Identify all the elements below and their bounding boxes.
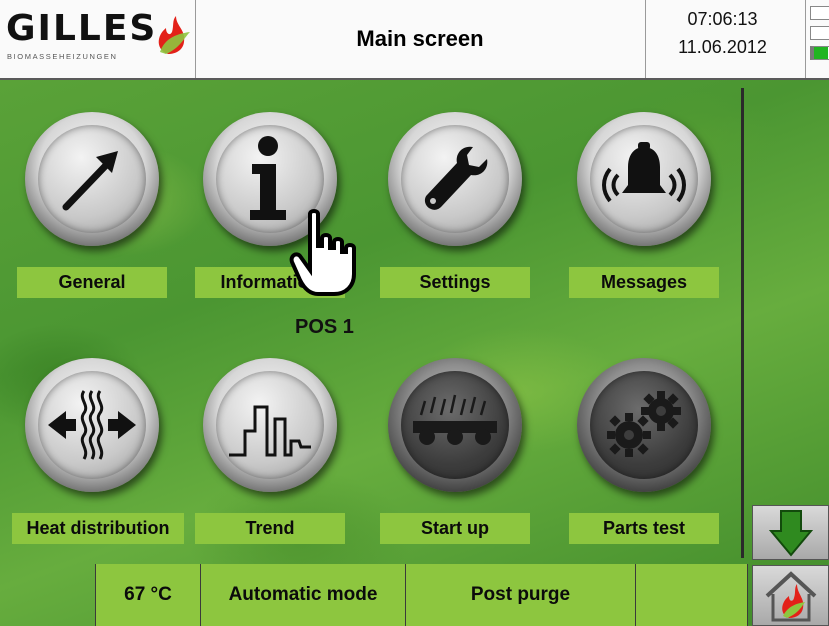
tile-heat-distribution[interactable]: Heat distribution [12, 358, 184, 558]
gilles-logo: GILLES BIOMASSEHEIZUNGEN [6, 8, 192, 68]
hand-pointer-icon [289, 209, 356, 296]
arrow-up-right-icon [62, 151, 118, 211]
parts-test-button[interactable] [577, 358, 711, 492]
panel-divider [741, 88, 744, 558]
tile-trend[interactable]: Trend [195, 358, 345, 558]
indicator-empty [810, 26, 829, 40]
clock-time: 07:06:13 [687, 9, 758, 29]
arrow-down-icon [768, 509, 813, 557]
general-label: General [17, 267, 167, 298]
wrench-icon [424, 146, 488, 210]
gears-icon [607, 391, 681, 457]
settings-button[interactable] [388, 112, 522, 246]
logo-subtitle: BIOMASSEHEIZUNGEN [7, 52, 118, 61]
messages-button[interactable] [577, 112, 711, 246]
logo-flame-icon [158, 16, 190, 54]
start-up-button[interactable] [388, 358, 522, 492]
status-bar: 67 °C Automatic mode Post purge [95, 564, 748, 626]
header-bar: GILLES BIOMASSEHEIZUNGEN Main screen 07:… [0, 0, 829, 80]
fuel-conveyor-icon [413, 394, 497, 445]
trend-label: Trend [195, 513, 345, 544]
trend-button[interactable] [203, 358, 337, 492]
tile-parts-test[interactable]: Parts test [569, 358, 719, 558]
page-title: Main screen [356, 26, 484, 51]
settings-label: Settings [380, 267, 530, 298]
general-button[interactable] [25, 112, 159, 246]
heat-distribution-button[interactable] [25, 358, 159, 492]
operating-mode: Automatic mode [201, 564, 406, 626]
clock-date: 11.06.2012 [678, 37, 767, 57]
heat-exchange-icon [48, 390, 136, 460]
tile-messages[interactable]: Messages [569, 112, 719, 312]
status-extra [636, 564, 748, 626]
indicator-active [810, 46, 829, 60]
page-down-button[interactable] [752, 505, 829, 560]
messages-label: Messages [569, 267, 719, 298]
tile-settings[interactable]: Settings [380, 112, 530, 312]
bell-icon [602, 142, 686, 203]
status-indicators [806, 0, 829, 78]
tile-start-up[interactable]: Start up [380, 358, 530, 558]
trend-icon [229, 405, 311, 457]
boiler-phase: Post purge [406, 564, 636, 626]
temperature-readout: 67 °C [96, 564, 201, 626]
home-button[interactable] [752, 565, 829, 626]
start-up-label: Start up [380, 513, 530, 544]
home-flame-icon [765, 570, 816, 621]
logo-text: GILLES [6, 8, 158, 49]
indicator-empty [810, 6, 829, 20]
tile-general[interactable]: General [17, 112, 167, 312]
pos-label: POS 1 [295, 316, 354, 338]
parts-test-label: Parts test [569, 513, 719, 544]
heat-distribution-label: Heat distribution [12, 513, 184, 544]
